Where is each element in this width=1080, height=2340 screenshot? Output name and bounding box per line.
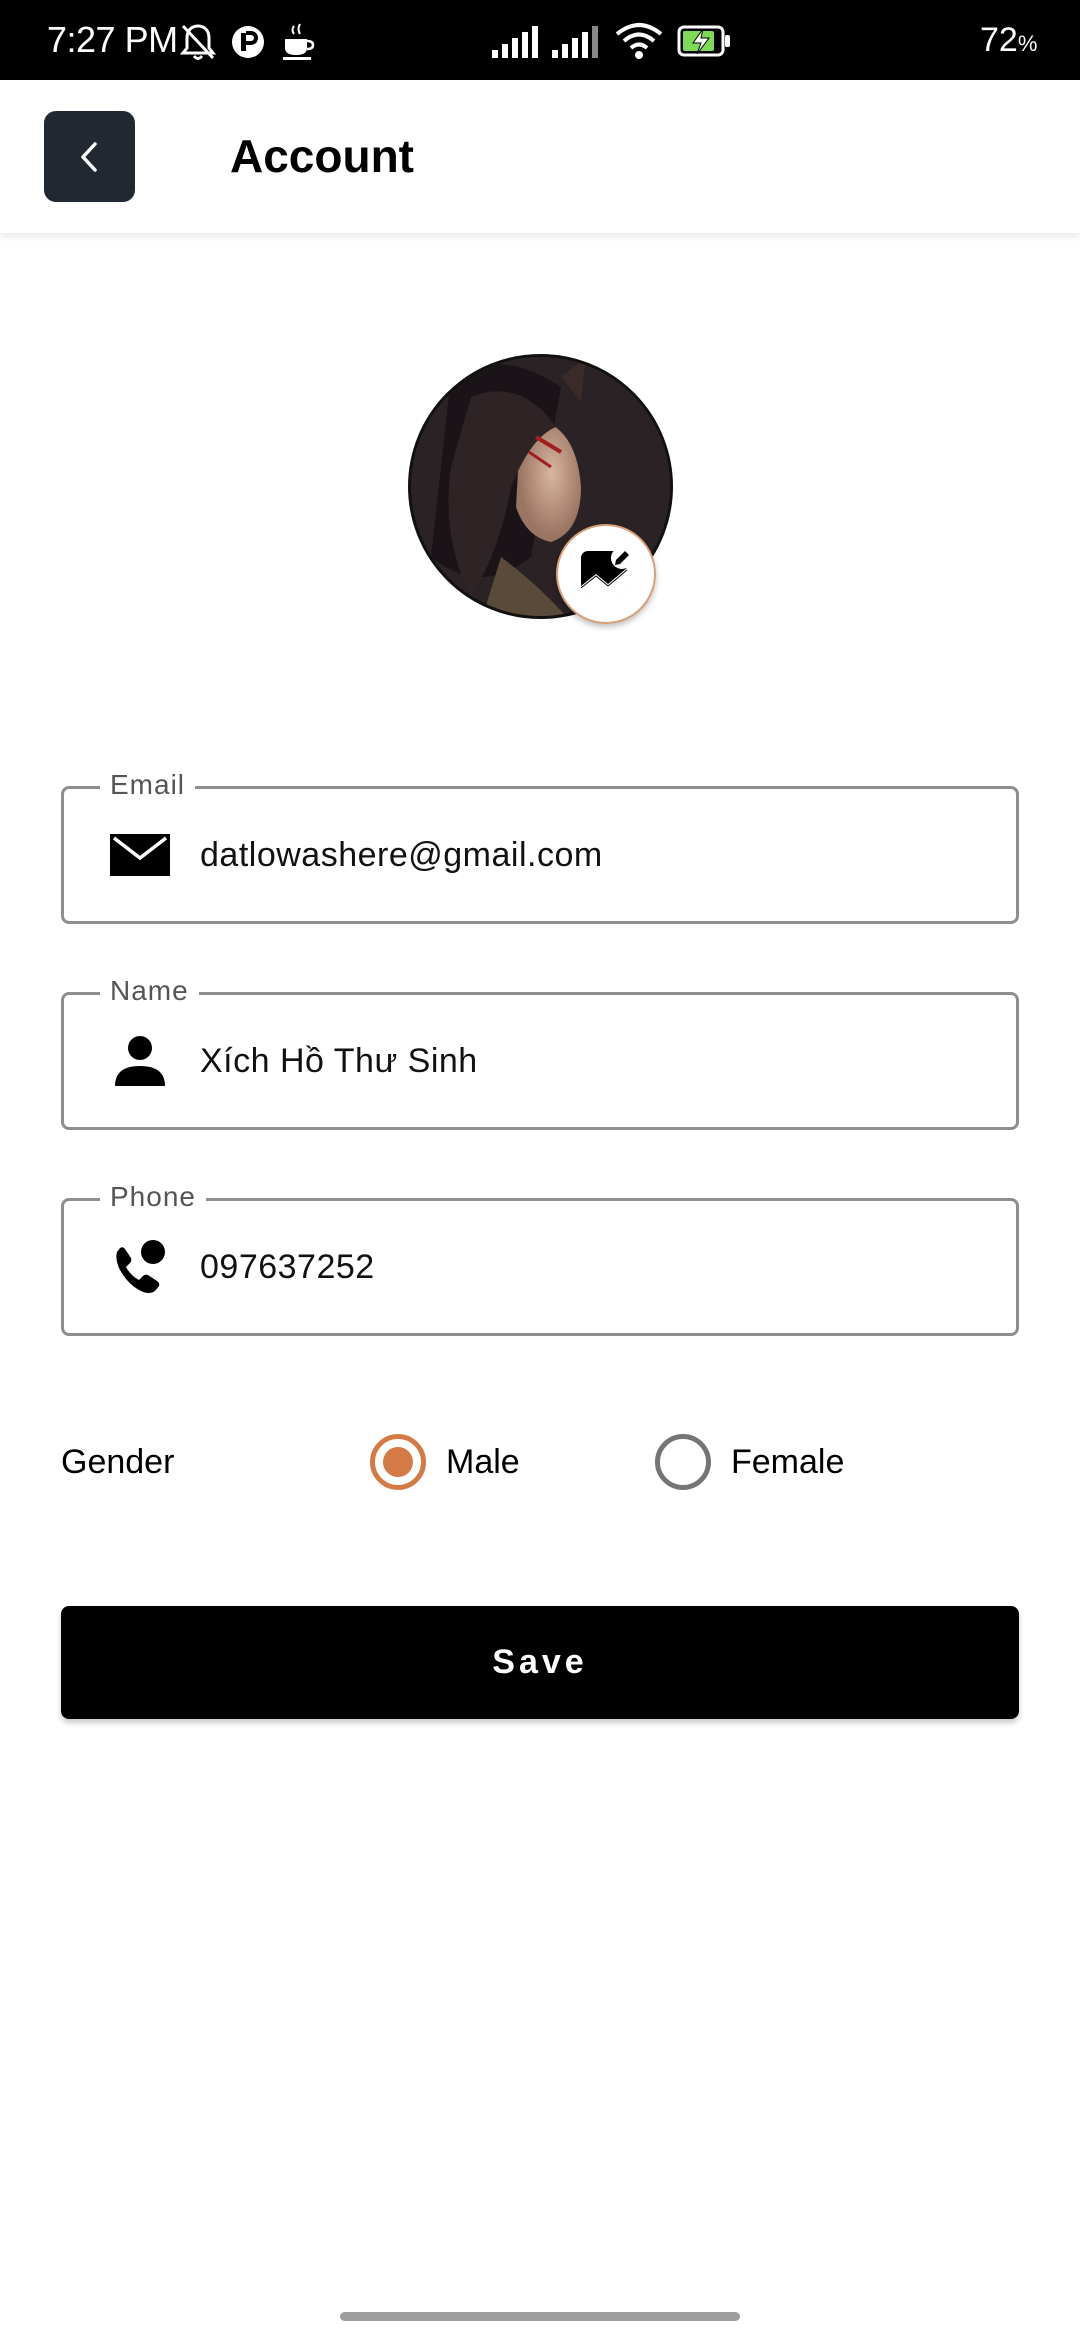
- image-edit-icon: [580, 547, 633, 597]
- home-indicator: [340, 2312, 740, 2321]
- avatar-edit-button[interactable]: [556, 524, 656, 624]
- radio-female[interactable]: Female: [655, 1434, 844, 1490]
- status-bar: 7:27 PM 72%: [0, 0, 1080, 80]
- email-input[interactable]: [200, 831, 980, 879]
- name-field[interactable]: Name: [61, 971, 1019, 1130]
- save-button[interactable]: Save: [61, 1606, 1019, 1719]
- status-time: 7:27 PM: [47, 19, 178, 60]
- person-icon: [108, 1029, 172, 1093]
- phone-field[interactable]: Phone: [61, 1177, 1019, 1336]
- avatar-container: [408, 354, 673, 624]
- phone-input[interactable]: [200, 1243, 980, 1291]
- coffee-icon: [283, 23, 315, 60]
- radio-male-circle[interactable]: [370, 1434, 426, 1490]
- gender-label: Gender: [61, 1443, 175, 1481]
- radio-male[interactable]: Male: [370, 1434, 520, 1490]
- battery-charging-icon: [677, 25, 730, 57]
- name-input[interactable]: [200, 1037, 980, 1085]
- phone-call-icon: [108, 1235, 172, 1299]
- page-title: Account: [230, 130, 414, 182]
- mail-icon: [108, 823, 172, 887]
- name-label: Name: [100, 971, 199, 1011]
- email-label: Email: [100, 765, 196, 805]
- radio-male-dot: [383, 1447, 413, 1477]
- radio-female-circle[interactable]: [655, 1434, 711, 1490]
- chevron-left-icon: [80, 141, 97, 172]
- radio-female-label: Female: [731, 1443, 845, 1481]
- circle-p-icon: [232, 26, 264, 58]
- radio-male-label: Male: [446, 1443, 520, 1481]
- bell-off-icon: [180, 24, 216, 60]
- email-field[interactable]: Email: [61, 765, 1019, 924]
- phone-label: Phone: [100, 1177, 206, 1217]
- app-bar: Account: [0, 80, 1080, 234]
- wifi-icon: [615, 23, 663, 59]
- back-button[interactable]: [44, 111, 135, 202]
- signal-icon: [552, 26, 598, 58]
- signal-icon: [492, 26, 538, 58]
- battery-percent: 72%: [980, 21, 1038, 59]
